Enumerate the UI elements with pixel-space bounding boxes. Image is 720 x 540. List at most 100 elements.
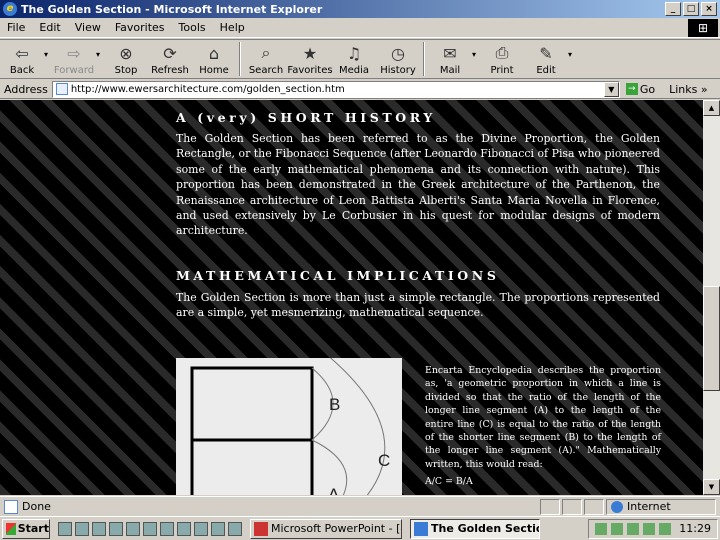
history-icon: ◷ [391, 43, 405, 63]
quicklaunch-icon[interactable] [75, 521, 89, 536]
maximize-button[interactable]: □ [683, 2, 699, 16]
quicklaunch-icon[interactable] [177, 521, 191, 536]
minimize-button[interactable]: _ [665, 2, 681, 16]
forward-arrow-icon: ⇨ [67, 43, 81, 63]
back-dropdown-icon[interactable]: ▾ [44, 50, 52, 59]
search-button[interactable]: ⌕ Search [244, 42, 288, 76]
formula-text: A/C = B/A [425, 476, 473, 487]
taskbar-golden-section[interactable]: The Golden Section -... [410, 518, 540, 539]
back-button[interactable]: ⇦ Back [0, 42, 44, 77]
scroll-thumb[interactable] [703, 286, 720, 391]
go-button[interactable]: → Go [625, 83, 655, 96]
forward-dropdown-icon[interactable]: ▾ [96, 50, 104, 59]
menu-tools[interactable]: Tools [172, 21, 213, 34]
arc-c [329, 358, 386, 495]
windows-flag-icon [6, 522, 16, 535]
history-heading: A (very) SHORT HISTORY [176, 110, 436, 125]
diagram-square-bottom [190, 438, 314, 495]
menu-view[interactable]: View [68, 21, 108, 34]
quicklaunch-icon[interactable] [143, 521, 157, 536]
clock: 11:29 [679, 522, 711, 535]
history-paragraph: The Golden Section has been referred to … [176, 132, 660, 238]
address-input[interactable]: http://www.ewersarchitecture.com/golden_… [51, 80, 620, 98]
address-label: Address [4, 82, 48, 96]
favorites-button[interactable]: ★ Favorites [287, 42, 332, 77]
address-url: http://www.ewersarchitecture.com/golden_… [70, 83, 345, 95]
tray-icon[interactable] [659, 522, 672, 535]
status-cell [540, 498, 560, 515]
close-button[interactable]: × [701, 2, 717, 16]
quicklaunch-icon[interactable] [92, 521, 106, 536]
window-controls: _ □ × [665, 2, 717, 16]
menu-edit[interactable]: Edit [32, 21, 67, 34]
toolbar: ⇦ Back ▾ ⇨ Forward ▾ ⊗ Stop ⟳ Refresh ⌂ … [0, 39, 720, 79]
quicklaunch-icon[interactable] [126, 521, 140, 536]
address-dropdown-icon[interactable]: ▼ [603, 81, 619, 97]
address-bar: Address http://www.ewersarchitecture.com… [0, 80, 720, 99]
mail-icon: ✉ [443, 43, 457, 63]
ie-icon: e [3, 2, 17, 16]
page-icon [55, 83, 68, 95]
links-button[interactable]: Links » [669, 83, 707, 96]
toolbar-separator [423, 42, 425, 76]
powerpoint-icon [254, 521, 268, 536]
refresh-button[interactable]: ⟳ Refresh [148, 42, 192, 77]
printer-icon: ⎙ [495, 43, 509, 62]
window-title: The Golden Section - Microsoft Internet … [21, 2, 323, 16]
math-paragraph: The Golden Section is more than just a s… [176, 291, 660, 320]
edit-button[interactable]: ✎ Edit [524, 42, 568, 77]
quicklaunch-icon[interactable] [194, 521, 208, 536]
quicklaunch-icon[interactable] [58, 521, 72, 536]
system-tray: 11:29 [588, 518, 718, 539]
taskbar-powerpoint[interactable]: Microsoft PowerPoint - [4-2] [250, 518, 402, 539]
print-button[interactable]: ⎙ Print [480, 42, 524, 76]
tray-icon[interactable] [643, 522, 656, 535]
stop-button[interactable]: ⊗ Stop [104, 42, 148, 77]
menu-help[interactable]: Help [213, 21, 252, 34]
mail-dropdown-icon[interactable]: ▾ [472, 50, 480, 59]
math-heading: MATHEMATICAL IMPLICATIONS [176, 268, 500, 283]
quicklaunch-icon[interactable] [160, 521, 174, 536]
golden-section-svg: B C A [190, 358, 390, 495]
status-cell [584, 498, 604, 515]
edit-dropdown-icon[interactable]: ▾ [568, 50, 576, 59]
tray-icon[interactable] [595, 522, 608, 535]
title-bar: e The Golden Section - Microsoft Interne… [0, 0, 720, 18]
history-button[interactable]: ◷ History [376, 42, 420, 77]
edit-icon: ✎ [539, 43, 553, 63]
search-icon: ⌕ [261, 43, 271, 62]
page-status-icon [4, 499, 18, 514]
vertical-scrollbar[interactable]: ▲ ▼ [703, 100, 720, 495]
mail-button[interactable]: ✉ Mail [428, 42, 472, 77]
stop-icon: ⊗ [119, 43, 133, 63]
status-bar: Done Internet [0, 496, 720, 516]
favorites-icon: ★ [302, 43, 318, 63]
quicklaunch-icon[interactable] [109, 521, 123, 536]
toolbar-separator [239, 42, 241, 76]
forward-button[interactable]: ⇨ Forward [52, 42, 96, 77]
quicklaunch-icon[interactable] [211, 521, 225, 536]
windows-logo-icon: ⊞ [688, 18, 718, 37]
quick-launch [58, 521, 242, 536]
quicklaunch-icon[interactable] [228, 521, 242, 536]
home-button[interactable]: ⌂ Home [192, 42, 236, 77]
start-button[interactable]: Start [2, 518, 50, 539]
golden-section-diagram: B C A [176, 358, 402, 495]
media-icon: ♫ [346, 43, 362, 63]
home-icon: ⌂ [208, 43, 220, 63]
globe-icon [611, 500, 623, 513]
back-arrow-icon: ⇦ [15, 43, 29, 63]
encarta-paragraph: Encarta Encyclopedia describes the propo… [425, 365, 661, 470]
tray-icon[interactable] [627, 522, 640, 535]
label-c: C [378, 451, 390, 470]
menu-favorites[interactable]: Favorites [108, 21, 172, 34]
menu-file[interactable]: File [0, 21, 32, 34]
media-button[interactable]: ♫ Media [332, 42, 376, 77]
menu-bar: File Edit View Favorites Tools Help ⊞ [0, 18, 720, 38]
ie-icon [414, 521, 428, 536]
scroll-down-icon[interactable]: ▼ [703, 479, 720, 495]
tray-icon[interactable] [611, 522, 624, 535]
label-b: B [329, 395, 340, 414]
scroll-up-icon[interactable]: ▲ [703, 100, 720, 116]
status-text: Done [22, 500, 51, 513]
